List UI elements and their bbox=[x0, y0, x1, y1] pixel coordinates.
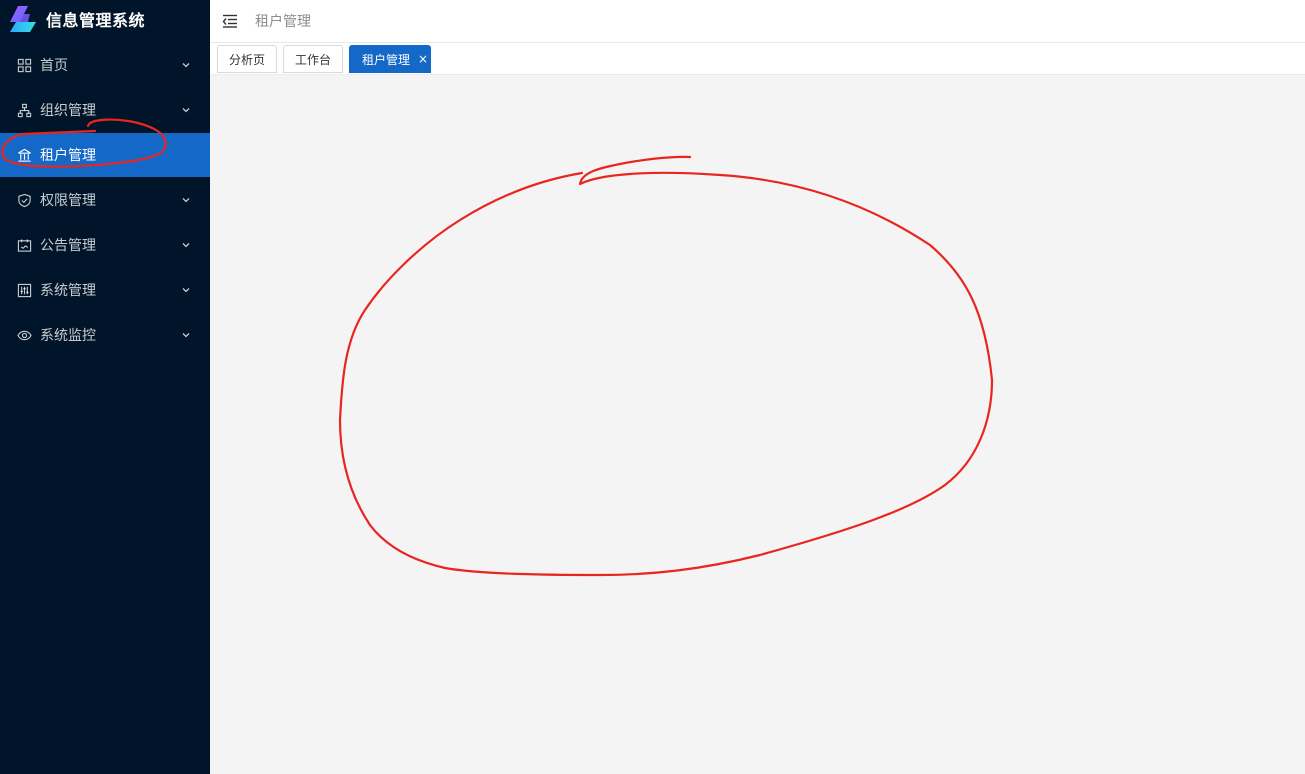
dashboard-icon bbox=[16, 57, 32, 73]
tab-analysis[interactable]: 分析页 bbox=[217, 45, 277, 73]
sidebar-item-system[interactable]: 系统管理 bbox=[0, 268, 210, 312]
sidebar-item-announcements[interactable]: 公告管理 bbox=[0, 223, 210, 267]
header: 租户管理 bbox=[210, 0, 1305, 43]
bank-icon bbox=[16, 147, 32, 163]
sidebar-item-label: 系统管理 bbox=[40, 283, 96, 299]
tab-label: 工作台 bbox=[294, 52, 331, 67]
chevron-down-icon bbox=[180, 59, 192, 71]
chevron-down-icon bbox=[180, 239, 192, 251]
tab-label: 分析页 bbox=[228, 52, 265, 67]
logo[interactable]: 信息管理系统 bbox=[0, 0, 210, 38]
chevron-down-icon bbox=[180, 194, 192, 206]
sidebar-item-label: 公告管理 bbox=[40, 238, 96, 254]
sidebar: 信息管理系统 首页 组织管理 租户管理 权限管理 公告管理 系统管理 系统监控 bbox=[0, 0, 210, 774]
sidebar-item-label: 首页 bbox=[40, 58, 68, 74]
menu-fold-icon[interactable] bbox=[222, 13, 238, 29]
calendar-icon bbox=[16, 237, 32, 253]
sidebar-item-monitoring[interactable]: 系统监控 bbox=[0, 313, 210, 357]
org-tree-icon bbox=[16, 102, 32, 118]
sidebar-item-label: 系统监控 bbox=[40, 328, 96, 344]
tab-workbench[interactable]: 工作台 bbox=[283, 45, 343, 73]
sliders-icon bbox=[16, 282, 32, 298]
sidebar-item-permissions[interactable]: 权限管理 bbox=[0, 178, 210, 222]
sidebar-item-organization[interactable]: 组织管理 bbox=[0, 88, 210, 132]
chevron-down-icon bbox=[180, 284, 192, 296]
breadcrumb[interactable]: 租户管理 bbox=[255, 11, 311, 31]
sidebar-item-tenant[interactable]: 租户管理 bbox=[0, 133, 210, 177]
sidebar-item-label: 组织管理 bbox=[40, 103, 96, 119]
sidebar-item-home[interactable]: 首页 bbox=[0, 43, 210, 87]
shield-check-icon bbox=[16, 192, 32, 208]
tab-label: 租户管理 bbox=[362, 52, 411, 67]
chevron-down-icon bbox=[180, 104, 192, 116]
main-content bbox=[210, 75, 1305, 774]
sidebar-item-label: 权限管理 bbox=[40, 193, 96, 209]
tab-tenant-management[interactable]: 租户管理 × bbox=[349, 45, 431, 73]
sidebar-item-label: 租户管理 bbox=[40, 148, 96, 164]
eye-icon bbox=[16, 327, 32, 343]
tabs-bar: 分析页 工作台 租户管理 × bbox=[210, 43, 1305, 75]
app-title: 信息管理系统 bbox=[46, 11, 146, 30]
chevron-down-icon bbox=[180, 329, 192, 341]
logo-icon bbox=[10, 6, 36, 32]
close-icon[interactable]: × bbox=[418, 53, 428, 65]
